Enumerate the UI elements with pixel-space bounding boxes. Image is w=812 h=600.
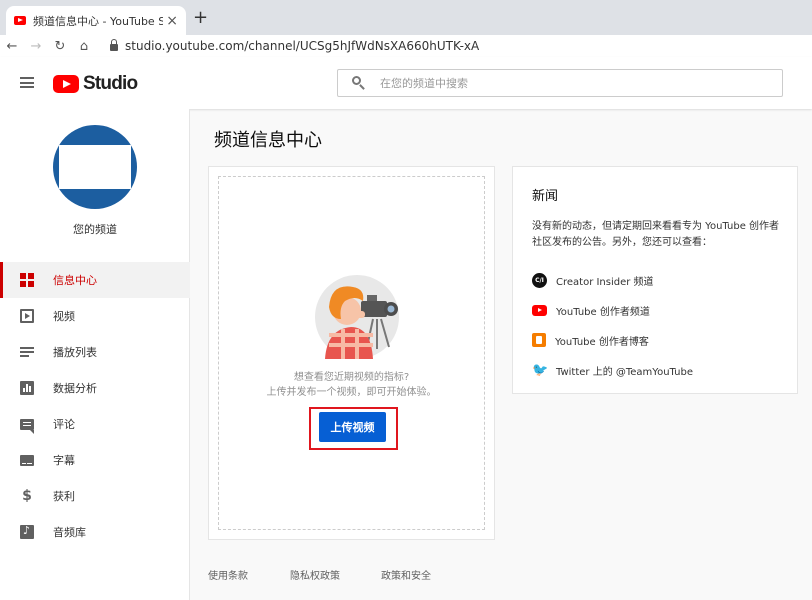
sidebar-item-label: 视频 (53, 310, 75, 323)
blogger-icon (532, 333, 546, 347)
playlist-icon (20, 345, 34, 359)
sidebar: 您的频道 信息中心 视频 播放列表 数据分析 评论 字幕 $ 获利 ♪ 音频库 (0, 109, 190, 600)
sidebar-nav: 信息中心 视频 播放列表 数据分析 评论 字幕 $ 获利 ♪ 音频库 (0, 262, 190, 550)
videographer-illustration-icon (315, 275, 399, 359)
menu-icon[interactable] (20, 77, 34, 88)
upload-video-button[interactable]: 上传视频 (319, 412, 386, 442)
address-bar[interactable]: studio.youtube.com/channel/UCSg5hJfWdNsX… (110, 35, 479, 57)
browser-toolbar: ← → ↻ ⌂ studio.youtube.com/channel/UCSg5… (0, 35, 812, 57)
footer-link-policy[interactable]: 政策和安全 (381, 567, 431, 582)
footer-link-privacy[interactable]: 隐私权政策 (290, 567, 340, 582)
upload-card: 想查看您近期视频的指标? 上传并发布一个视频，即可开始体验。 上传视频 (208, 166, 495, 540)
search-icon (352, 76, 366, 90)
upload-hint-line1: 想查看您近期视频的指标? (293, 372, 410, 383)
youtube-favicon-icon (14, 16, 26, 25)
news-link-creator-insider[interactable]: C/I Creator Insider 频道 (532, 272, 654, 288)
forward-button[interactable]: → (24, 39, 48, 54)
news-link-label: Twitter 上的 @TeamYouTube (556, 366, 693, 378)
avatar-image (59, 145, 131, 189)
sidebar-item-label: 数据分析 (53, 382, 97, 395)
sidebar-item-label: 音频库 (53, 526, 86, 539)
news-link-label: Creator Insider 频道 (556, 276, 654, 288)
sidebar-item-subtitles[interactable]: 字幕 (0, 442, 190, 478)
dollar-icon: $ (22, 488, 32, 504)
news-link-label: YouTube 创作者博客 (555, 336, 649, 348)
home-button[interactable]: ⌂ (72, 39, 96, 54)
news-body: 没有新的动态，但请定期回来看看专为 YouTube 创作者社区发布的公告。另外，… (532, 221, 780, 248)
dashboard-icon (20, 273, 34, 287)
browser-tab[interactable]: 频道信息中心 - YouTube Studio × (6, 6, 186, 35)
reload-button[interactable]: ↻ (48, 39, 72, 54)
upload-hint-line2: 上传并发布一个视频，即可开始体验。 (266, 387, 437, 398)
new-tab-button[interactable]: + (193, 9, 208, 27)
channel-avatar[interactable] (53, 125, 137, 209)
sidebar-item-label: 信息中心 (53, 274, 97, 287)
tab-title: 频道信息中心 - YouTube Studio (33, 14, 163, 28)
news-card: 新闻 没有新的动态，但请定期回来看看专为 YouTube 创作者社区发布的公告。… (512, 166, 798, 394)
sidebar-item-label: 播放列表 (53, 346, 97, 359)
audio-library-icon (20, 524, 34, 539)
sidebar-item-analytics[interactable]: 数据分析 (0, 370, 190, 406)
news-link-creators-blog[interactable]: YouTube 创作者博客 (532, 332, 649, 348)
sidebar-item-label: 评论 (53, 418, 75, 431)
news-title: 新闻 (532, 189, 559, 204)
tab-close-icon[interactable]: × (166, 14, 178, 28)
subtitles-icon (20, 455, 34, 466)
search-input[interactable] (380, 76, 760, 90)
footer-link-terms[interactable]: 使用条款 (208, 567, 248, 582)
browser-tabstrip: 频道信息中心 - YouTube Studio × + (0, 0, 812, 35)
studio-header: Studio (0, 57, 812, 109)
url-text[interactable]: studio.youtube.com/channel/UCSg5hJfWdNsX… (125, 39, 479, 53)
video-icon (20, 309, 34, 323)
back-button[interactable]: ← (0, 39, 24, 54)
news-link-youtube-creators[interactable]: YouTube 创作者频道 (532, 302, 650, 318)
sidebar-item-audio-library[interactable]: 音频库 (0, 514, 190, 550)
lock-icon (110, 39, 118, 51)
sidebar-item-label: 字幕 (53, 454, 75, 467)
twitter-icon: 🐦 (532, 362, 549, 378)
channel-name: 您的频道 (73, 223, 117, 236)
youtube-logo-icon (53, 75, 79, 93)
news-link-twitter[interactable]: 🐦 Twitter 上的 @TeamYouTube (532, 362, 693, 378)
creator-insider-icon: C/I (532, 272, 547, 288)
studio-logo[interactable]: Studio (53, 73, 138, 95)
logo-text: Studio (83, 73, 138, 94)
sidebar-item-comments[interactable]: 评论 (0, 406, 190, 442)
search-box[interactable] (337, 69, 783, 97)
news-link-label: YouTube 创作者频道 (556, 306, 650, 318)
comment-icon (20, 418, 34, 434)
sidebar-item-monetization[interactable]: $ 获利 (0, 478, 190, 514)
analytics-icon (20, 381, 34, 395)
sidebar-item-playlists[interactable]: 播放列表 (0, 334, 190, 370)
sidebar-item-videos[interactable]: 视频 (0, 298, 190, 334)
sidebar-item-dashboard[interactable]: 信息中心 (0, 262, 190, 298)
page-title: 频道信息中心 (214, 130, 322, 151)
sidebar-item-label: 获利 (53, 490, 75, 503)
youtube-icon (532, 304, 547, 316)
